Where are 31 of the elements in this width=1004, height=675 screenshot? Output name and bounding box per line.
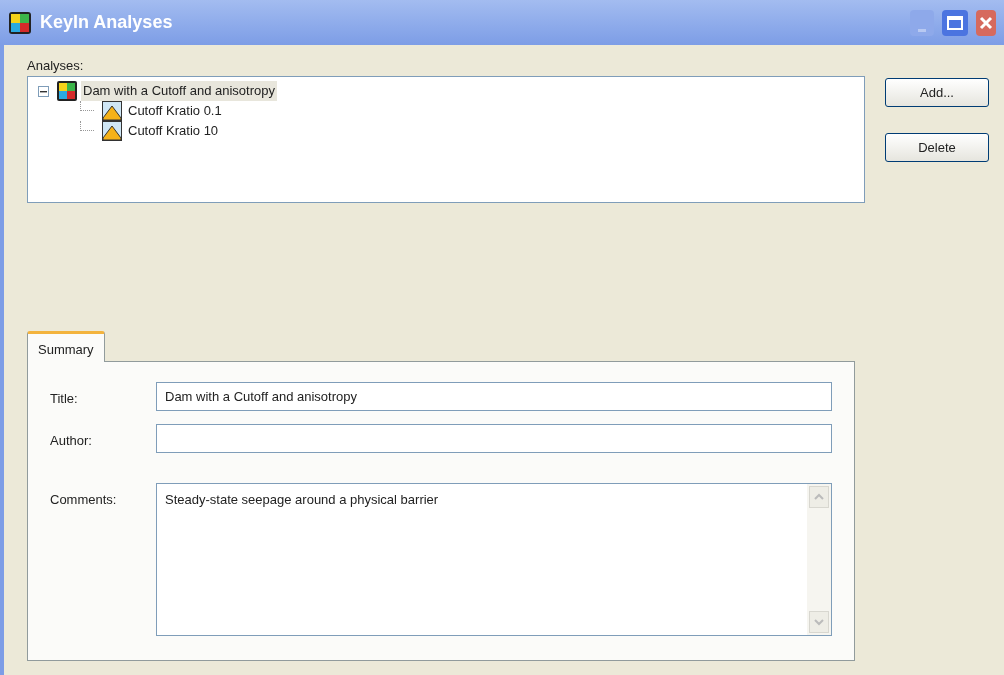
comments-text: Steady-state seepage around a physical barrier [165,492,439,507]
app-icon [8,10,32,35]
tree-item[interactable]: Cutoff Kratio 10 [126,121,221,141]
comments-field[interactable]: Steady-state seepage around a physical barrier [156,483,832,636]
tab[interactable]: Summary [27,331,105,362]
grid-icon [57,81,77,101]
tree-connector [80,121,94,131]
field-label: Comments: [50,491,118,509]
scroll-down-icon [809,611,829,633]
tree-item[interactable]: Dam with a Cutoff and anisotropy [81,81,277,101]
scroll-up-icon [809,486,829,508]
mountain-icon [102,101,122,121]
delete-button[interactable]: Delete [885,133,989,162]
tree-connector [80,101,94,111]
mountain-icon [102,121,122,141]
collapse-toggle[interactable] [38,85,49,97]
maximize-icon [947,15,963,30]
title-field[interactable]: Dam with a Cutoff and anisotropy [156,382,832,411]
analyses-tree[interactable]: Dam with a Cutoff and anisotropy Cutoff Kratio 0.1 Cutoff Kratio 10 [27,76,865,203]
field-label: Author: [50,432,93,450]
add-button[interactable]: Add... [885,78,989,107]
maximize-button[interactable] [942,9,968,36]
minimize-icon [918,28,926,32]
window-title: KeyIn Analyses [40,11,173,34]
analyses-label: Analyses: [27,58,85,74]
field-label: Title: [50,390,79,408]
tree-item[interactable]: Cutoff Kratio 0.1 [126,101,224,121]
scrollbar[interactable] [807,484,831,635]
close-button[interactable] [976,9,996,36]
author-field[interactable] [156,424,832,453]
close-icon [979,15,993,30]
